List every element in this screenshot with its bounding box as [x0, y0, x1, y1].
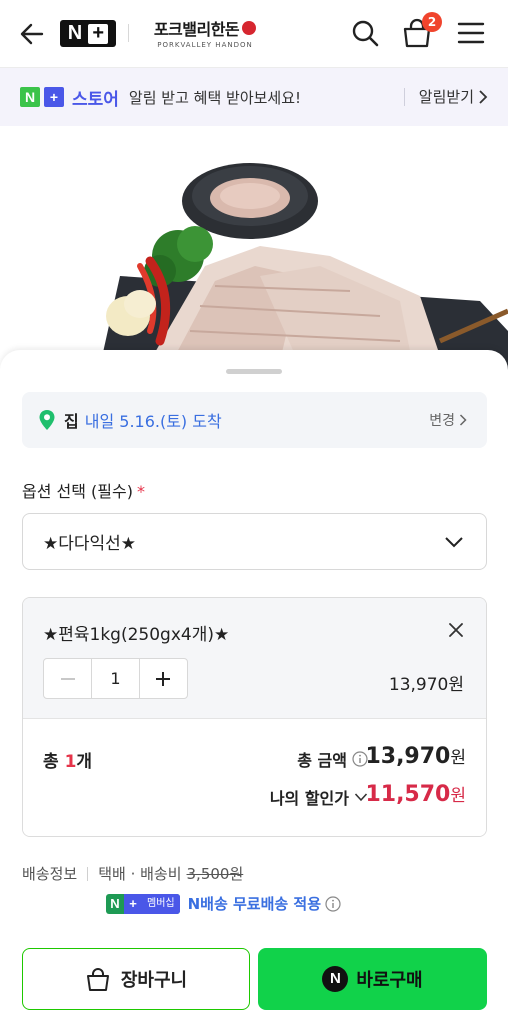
membership-free-shipping: N + 멤버십 N배송 무료배송 적용: [106, 893, 341, 914]
nplus-logo[interactable]: N +: [60, 20, 116, 47]
sheet-drag-handle[interactable]: [226, 369, 282, 374]
shopping-bag-icon: [86, 968, 109, 991]
nplus-logo-plus: +: [88, 23, 109, 44]
shipping-divider: [87, 866, 89, 881]
option-label: 옵션 선택 (필수) *: [22, 478, 145, 502]
nplus-logo-n: N: [67, 22, 83, 44]
brand-logo[interactable]: 포크밸리한돈 PORKVALLEY HANDON: [140, 16, 270, 52]
product-photo: [100, 163, 508, 376]
total-count-prefix: 총: [43, 752, 65, 772]
quantity-stepper: 1: [43, 658, 188, 699]
quantity-value[interactable]: 1: [91, 659, 140, 698]
info-icon[interactable]: [325, 895, 341, 912]
naver-pay-icon: N: [322, 966, 349, 992]
brand-subtitle: PORKVALLEY HANDON: [157, 41, 253, 49]
total-amount-unit: 원: [450, 748, 466, 768]
cart-button[interactable]: 2: [400, 12, 442, 50]
chevron-right-icon: [459, 414, 467, 426]
required-mark: *: [136, 482, 145, 501]
shipping-info: 배송정보 택배 · 배송비 3,500원: [22, 863, 243, 884]
minus-icon: [60, 677, 75, 680]
increase-quantity-button[interactable]: [140, 659, 187, 698]
discount-price-label: 나의 할인가: [269, 789, 349, 808]
location-pin-icon: [39, 410, 55, 430]
buy-now-label: 바로구매: [356, 970, 423, 991]
change-address-label: 변경: [429, 413, 455, 429]
membership-badge: N + 멤버십: [106, 893, 180, 914]
cart-count-badge: 2: [422, 12, 442, 32]
total-amount-value: 13,970: [365, 744, 451, 769]
subscribe-alert-button[interactable]: 알림받기: [419, 86, 488, 107]
option-label-text: 옵션 선택 (필수): [22, 482, 133, 501]
total-count-suffix: 개: [76, 752, 93, 772]
menu-icon[interactable]: [456, 20, 486, 46]
shipping-fee: 3,500원: [186, 865, 244, 883]
discount-amount-value: 11,570: [365, 782, 451, 807]
subscribe-alert-label: 알림받기: [418, 88, 474, 106]
shipping-method: 택배 · 배송비: [98, 865, 182, 883]
brand-name-row: 포크밸리한돈: [153, 16, 257, 40]
nplus-n-square: N: [20, 87, 40, 107]
brand-seal-icon: [242, 21, 257, 35]
delivery-info: 집 내일 5.16.(토) 도착 변경: [22, 392, 487, 448]
delivery-place: 집: [64, 412, 79, 431]
decrease-quantity-button[interactable]: [44, 659, 91, 698]
nplus-store-logo: N + 스토어: [20, 85, 119, 110]
buy-now-button[interactable]: N 바로구매: [258, 948, 487, 1010]
shipping-label: 배송정보: [22, 865, 78, 883]
notification-banner: N + 스토어 알림 받고 혜택 받아보세요! 알림받기: [0, 68, 508, 126]
close-icon[interactable]: [446, 620, 466, 640]
banner-message: 알림 받고 혜택 받아보세요!: [128, 88, 302, 107]
add-to-cart-button[interactable]: 장바구니: [22, 948, 250, 1010]
top-header: N + 포크밸리한돈 PORKVALLEY HANDON 2: [0, 0, 508, 68]
chevron-right-icon: [479, 89, 488, 104]
total-count-value: 1: [64, 752, 77, 772]
selected-item: ★편육1kg(250gx4개)★ 1 13,970원: [23, 598, 486, 719]
plus-icon: [156, 671, 171, 686]
selected-option-box: ★편육1kg(250gx4개)★ 1 13,970원 총 1개 총 금액 13,…: [22, 597, 487, 837]
header-divider: [128, 24, 129, 42]
discount-price-toggle[interactable]: 나의 할인가: [270, 785, 368, 809]
membership-shipping-text: N배송 무료배송 적용: [187, 895, 322, 913]
item-name: ★편육1kg(250gx4개)★: [43, 625, 230, 645]
nplus-plus-square: +: [44, 87, 64, 107]
total-amount: 13,970원: [365, 743, 466, 769]
discount-amount-unit: 원: [450, 786, 466, 806]
membership-badge-label: 멤버십: [142, 893, 180, 914]
item-price: 13,970원: [388, 675, 464, 695]
change-address-button[interactable]: 변경: [429, 410, 467, 430]
option-selected-value: ★다다익선★: [43, 534, 137, 554]
membership-badge-plus: +: [124, 893, 142, 914]
delivery-date: 내일 5.16.(토) 도착: [84, 412, 222, 431]
total-amount-label: 총 금액: [297, 747, 368, 771]
back-arrow-icon[interactable]: [18, 20, 46, 48]
search-icon[interactable]: [350, 18, 380, 48]
add-to-cart-label: 장바구니: [120, 970, 188, 991]
total-amount-label-text: 총 금액: [297, 751, 347, 770]
option-select-dropdown[interactable]: ★다다익선★: [22, 513, 487, 570]
order-totals: 총 1개 총 금액 13,970원 나의 할인가 11,570원: [23, 719, 486, 836]
total-count: 총 1개: [43, 747, 92, 772]
store-label: 스토어: [72, 89, 119, 110]
chevron-down-icon: [445, 537, 463, 548]
purchase-bottom-sheet: 집 내일 5.16.(토) 도착 변경 옵션 선택 (필수) * ★다다익선★ ★…: [0, 350, 508, 1024]
membership-badge-n: N: [110, 895, 120, 911]
banner-divider: [404, 88, 405, 106]
brand-name: 포크밸리한돈: [153, 20, 240, 39]
product-image: [0, 126, 508, 376]
discount-amount: 11,570원: [365, 781, 466, 807]
